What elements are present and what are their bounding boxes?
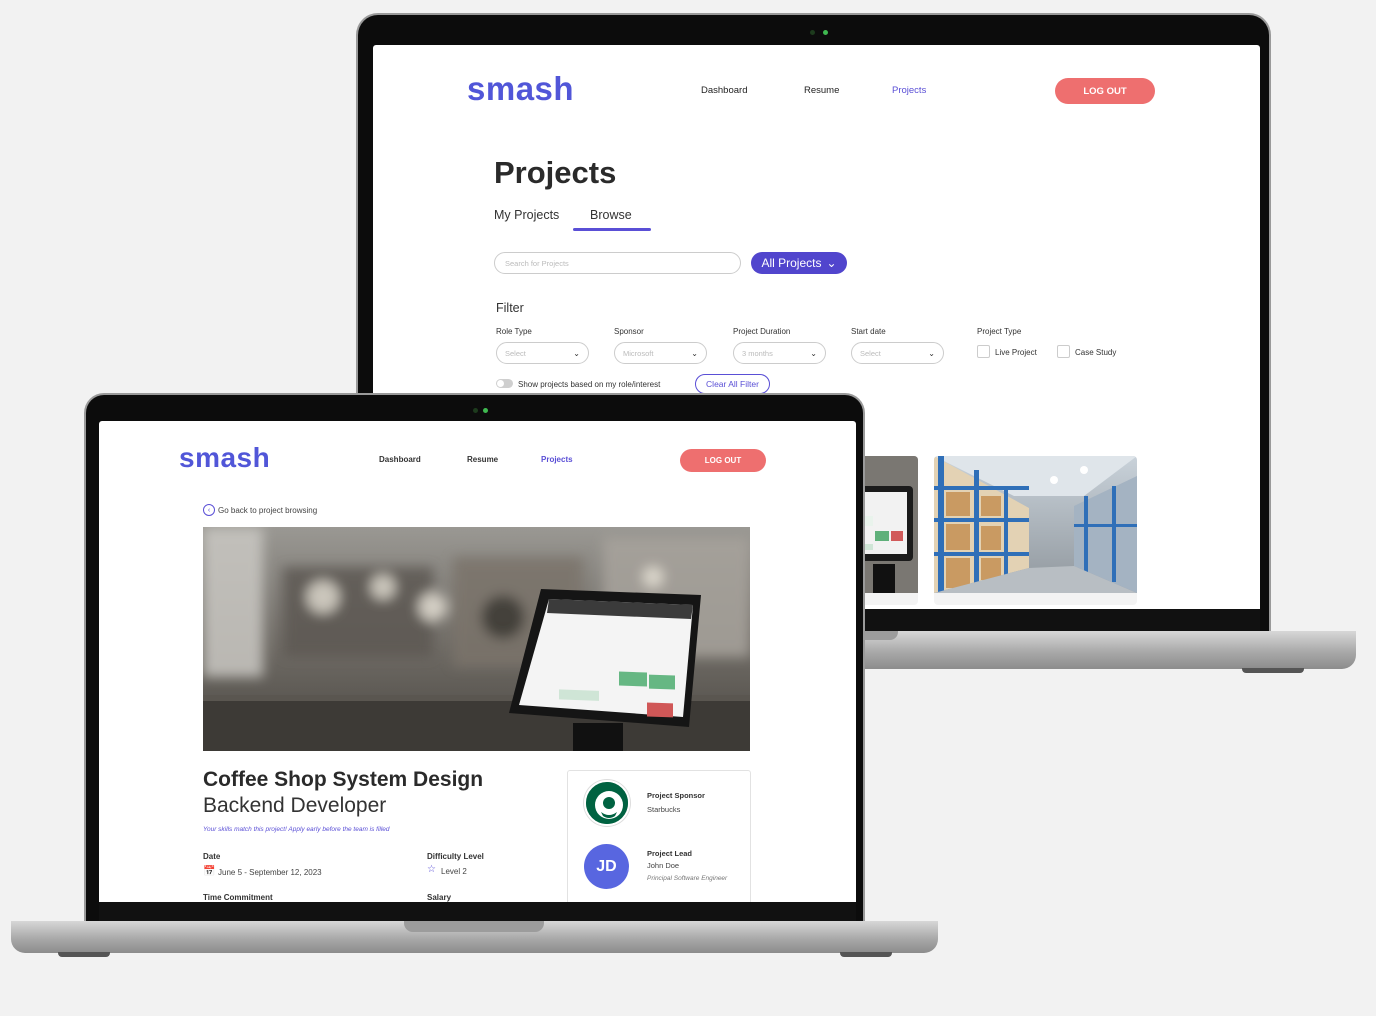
filter-label-duration: Project Duration bbox=[733, 327, 791, 336]
filter-label-start-date: Start date bbox=[851, 327, 886, 336]
project-info-card: Project Sponsor Starbucks JD Project Lea… bbox=[567, 770, 751, 902]
nav-resume[interactable]: Resume bbox=[804, 85, 839, 96]
time-commitment-label: Time Commitment bbox=[203, 893, 273, 902]
role-interest-toggle[interactable] bbox=[496, 379, 513, 388]
case-study-checkbox[interactable] bbox=[1057, 345, 1070, 358]
nav-dashboard[interactable]: Dashboard bbox=[379, 455, 421, 464]
back-laptop-foot bbox=[1242, 668, 1304, 673]
project-hero-image bbox=[203, 527, 750, 751]
back-arrow-icon[interactable]: ‹ bbox=[203, 504, 215, 516]
start-date-value: Select bbox=[860, 348, 881, 358]
nav-resume[interactable]: Resume bbox=[467, 455, 498, 464]
all-projects-label: All Projects bbox=[761, 256, 822, 270]
live-project-label: Live Project bbox=[995, 348, 1037, 357]
front-laptop-notch bbox=[404, 921, 544, 932]
sponsor-label: Project Sponsor bbox=[647, 791, 705, 800]
filter-heading: Filter bbox=[496, 301, 524, 315]
lead-label: Project Lead bbox=[647, 849, 693, 858]
duration-value: 3 months bbox=[742, 348, 773, 358]
project-title: Coffee Shop System Design bbox=[203, 768, 484, 791]
clear-all-filter-button[interactable]: Clear All Filter bbox=[695, 374, 770, 394]
page-title: Projects bbox=[494, 155, 617, 190]
lead-avatar: JD bbox=[584, 844, 629, 889]
chevron-down-icon: ⌄ bbox=[928, 348, 935, 358]
star-icon: ☆ bbox=[427, 864, 436, 875]
front-laptop-foot bbox=[840, 952, 892, 957]
tab-browse[interactable]: Browse bbox=[590, 208, 632, 222]
logout-button[interactable]: LOG OUT bbox=[680, 449, 766, 472]
skill-match-hint: Your skills match this project! Apply ea… bbox=[203, 826, 390, 833]
camera-led bbox=[823, 30, 828, 35]
start-date-select[interactable]: Select ⌄ bbox=[851, 342, 944, 364]
chevron-down-icon: ⌄ bbox=[573, 348, 580, 358]
filter-label-role-type: Role Type bbox=[496, 327, 532, 336]
tab-my-projects[interactable]: My Projects bbox=[494, 208, 559, 222]
lead-role: Principal Software Engineer bbox=[647, 875, 728, 882]
role-type-value: Select bbox=[505, 348, 526, 358]
case-study-label: Case Study bbox=[1075, 348, 1117, 357]
date-value: June 5 - September 12, 2023 bbox=[218, 868, 322, 877]
lead-name: John Doe bbox=[647, 861, 680, 870]
search-input[interactable]: Search for Projects bbox=[494, 252, 741, 274]
nav-projects[interactable]: Projects bbox=[541, 455, 573, 464]
front-laptop-chin bbox=[99, 902, 856, 921]
filter-label-project-type: Project Type bbox=[977, 327, 1022, 336]
sponsor-value: Microsoft bbox=[623, 348, 654, 358]
date-label: Date bbox=[203, 852, 221, 861]
front-laptop-foot bbox=[58, 952, 110, 957]
sponsor-select[interactable]: Microsoft ⌄ bbox=[614, 342, 707, 364]
project-card-image bbox=[934, 456, 1137, 593]
role-type-select[interactable]: Select ⌄ bbox=[496, 342, 589, 364]
difficulty-value: Level 2 bbox=[441, 867, 467, 876]
live-project-checkbox[interactable] bbox=[977, 345, 990, 358]
salary-label: Salary bbox=[427, 893, 452, 902]
project-card[interactable] bbox=[934, 456, 1137, 605]
camera-dot bbox=[473, 408, 478, 413]
logo[interactable]: smash bbox=[467, 70, 574, 108]
logout-button[interactable]: LOG OUT bbox=[1055, 78, 1155, 104]
camera-dot bbox=[810, 30, 815, 35]
active-tab-indicator bbox=[573, 228, 651, 231]
filter-label-sponsor: Sponsor bbox=[614, 327, 644, 336]
sponsor-logo bbox=[584, 780, 630, 826]
project-card-footer bbox=[934, 593, 1137, 605]
chevron-down-icon: ⌄ bbox=[826, 256, 837, 270]
calendar-icon: 📅 bbox=[203, 866, 216, 877]
nav-projects[interactable]: Projects bbox=[892, 85, 926, 96]
chevron-down-icon: ⌄ bbox=[810, 348, 817, 358]
search-placeholder: Search for Projects bbox=[505, 258, 569, 268]
front-laptop-screen: smash Dashboard Resume Projects LOG OUT … bbox=[99, 421, 856, 902]
all-projects-dropdown[interactable]: All Projects ⌄ bbox=[751, 252, 847, 274]
device-mockup-stage: smash Dashboard Resume Projects LOG OUT … bbox=[0, 0, 1376, 1016]
camera-led bbox=[483, 408, 488, 413]
chevron-down-icon: ⌄ bbox=[691, 348, 698, 358]
sponsor-value: Starbucks bbox=[647, 805, 681, 814]
difficulty-label: Difficulty Level bbox=[427, 852, 484, 861]
back-to-browsing-link[interactable]: Go back to project browsing bbox=[218, 506, 317, 515]
duration-select[interactable]: 3 months ⌄ bbox=[733, 342, 826, 364]
nav-dashboard[interactable]: Dashboard bbox=[701, 85, 747, 96]
project-role: Backend Developer bbox=[203, 794, 387, 817]
logo[interactable]: smash bbox=[179, 442, 270, 474]
toggle-label: Show projects based on my role/interest bbox=[518, 380, 661, 389]
